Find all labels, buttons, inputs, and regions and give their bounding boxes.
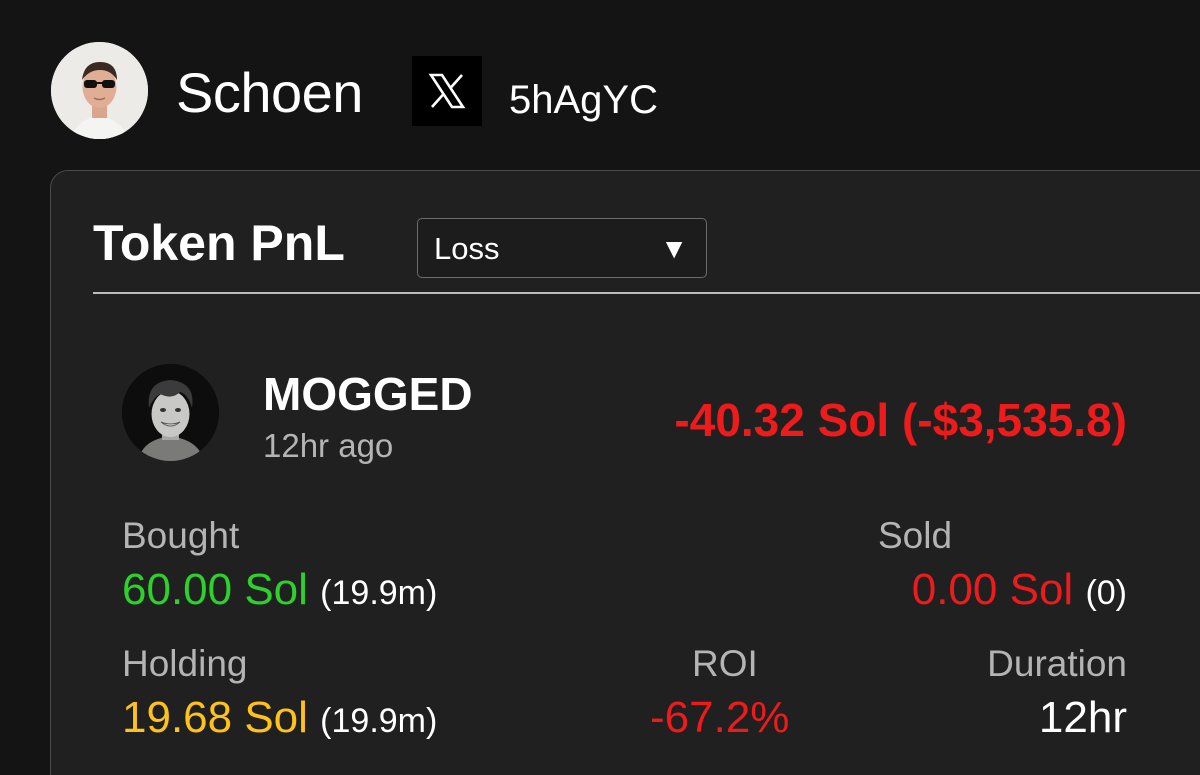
username: Schoen [176,61,363,124]
pnl-filter-select[interactable]: Loss ▼ [417,218,707,278]
token-name: MOGGED [263,368,473,420]
wallet-address[interactable]: 5hAgYC [509,76,658,124]
roi-value: -67.2% [650,693,790,742]
sold-label: Sold [878,515,953,556]
duration-label: Duration [987,643,1127,684]
x-logo-glyph [428,73,466,109]
card-title: Token PnL [93,215,345,271]
holding-label: Holding [122,643,248,684]
sold-amount: (0) [1085,574,1127,612]
duration-value: 12hr [1038,693,1127,742]
token-time-ago: 12hr ago [263,427,394,464]
pnl-value: -40.32 Sol (-$3,535.8) [674,394,1127,446]
bought-label: Bought [122,515,240,556]
sold-value-row: 0.00 Sol (0) [912,564,1127,619]
sold-value: 0.00 Sol [911,565,1074,614]
user-avatar[interactable] [51,42,148,139]
bought-amount: (19.9m) [320,574,438,612]
holding-value-row: 19.68 Sol (19.9m) [122,692,437,747]
holding-amount: (19.9m) [320,702,438,740]
divider [93,292,1200,294]
chevron-down-icon: ▼ [660,233,688,264]
bought-value: 60.00 Sol [122,565,308,614]
holding-value: 19.68 Sol [122,693,308,742]
user-avatar-image [51,42,148,139]
roi-label: ROI [692,643,758,684]
pnl-page: Schoen 5hAgYC Token PnL Loss ▼ MOGGED 12… [0,0,1200,775]
token-avatar[interactable] [122,364,219,461]
token-avatar-image [122,364,219,461]
bought-value-row: 60.00 Sol (19.9m) [122,564,437,619]
x-logo-icon[interactable] [412,56,482,126]
filter-selected-value: Loss [434,231,500,266]
